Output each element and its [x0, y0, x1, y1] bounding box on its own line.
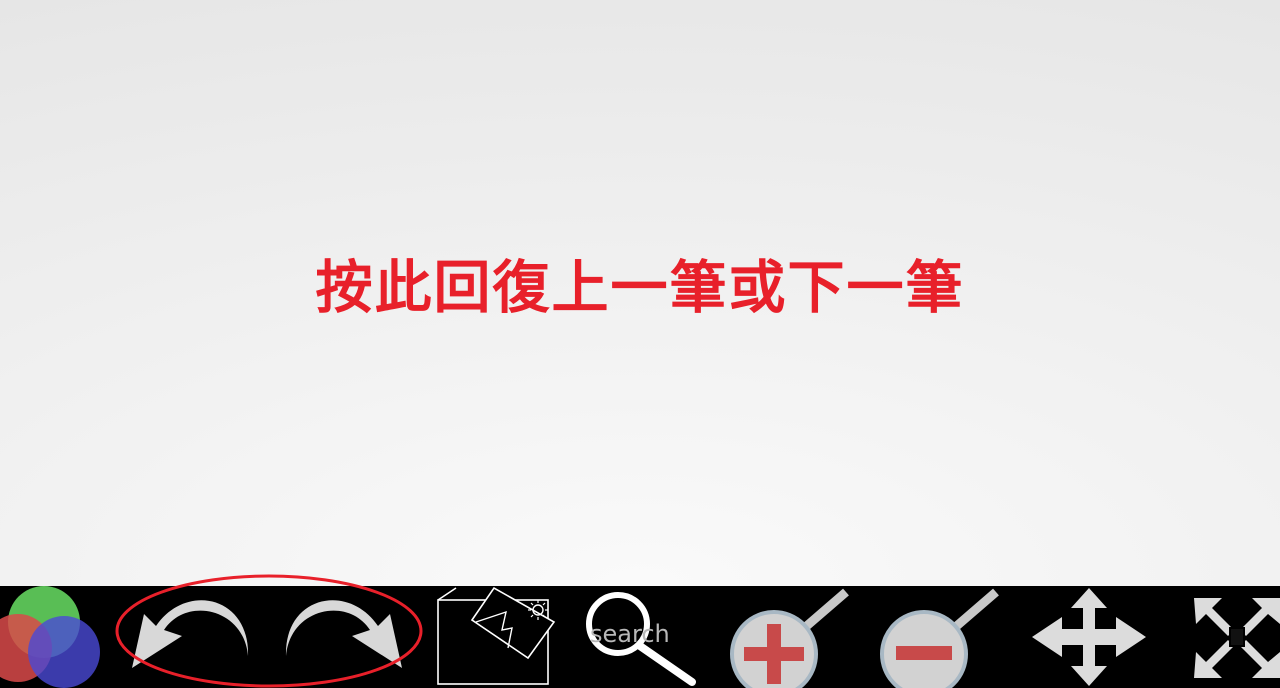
background-image-button[interactable] [432, 586, 556, 688]
image-frame-icon [437, 586, 556, 685]
bottom-toolbar: search [0, 586, 1280, 688]
search-button[interactable]: search [580, 586, 700, 688]
overlapping-circles-icon [0, 586, 100, 688]
fullscreen-button[interactable] [1190, 586, 1280, 688]
drawing-canvas[interactable]: 按此回復上一筆或下一筆 [0, 0, 1280, 586]
instruction-text: 按此回復上一筆或下一筆 [315, 255, 965, 321]
move-arrows-icon [1032, 588, 1146, 686]
pan-button[interactable] [1028, 586, 1150, 688]
undo-button[interactable] [124, 586, 256, 688]
expand-arrows-icon [1194, 598, 1280, 678]
redo-button[interactable] [278, 586, 410, 688]
color-picker-button[interactable] [0, 586, 104, 688]
zoom-in-button[interactable] [728, 586, 852, 688]
zoom-out-icon [880, 588, 999, 688]
search-label: search [590, 620, 670, 648]
app-screen: 按此回復上一筆或下一筆 search [0, 0, 1280, 688]
undo-arrow-icon [132, 600, 249, 668]
magnifier-icon: search [586, 592, 696, 686]
redo-arrow-icon [285, 600, 402, 668]
zoom-out-button[interactable] [878, 586, 1002, 688]
zoom-in-icon [730, 588, 849, 688]
